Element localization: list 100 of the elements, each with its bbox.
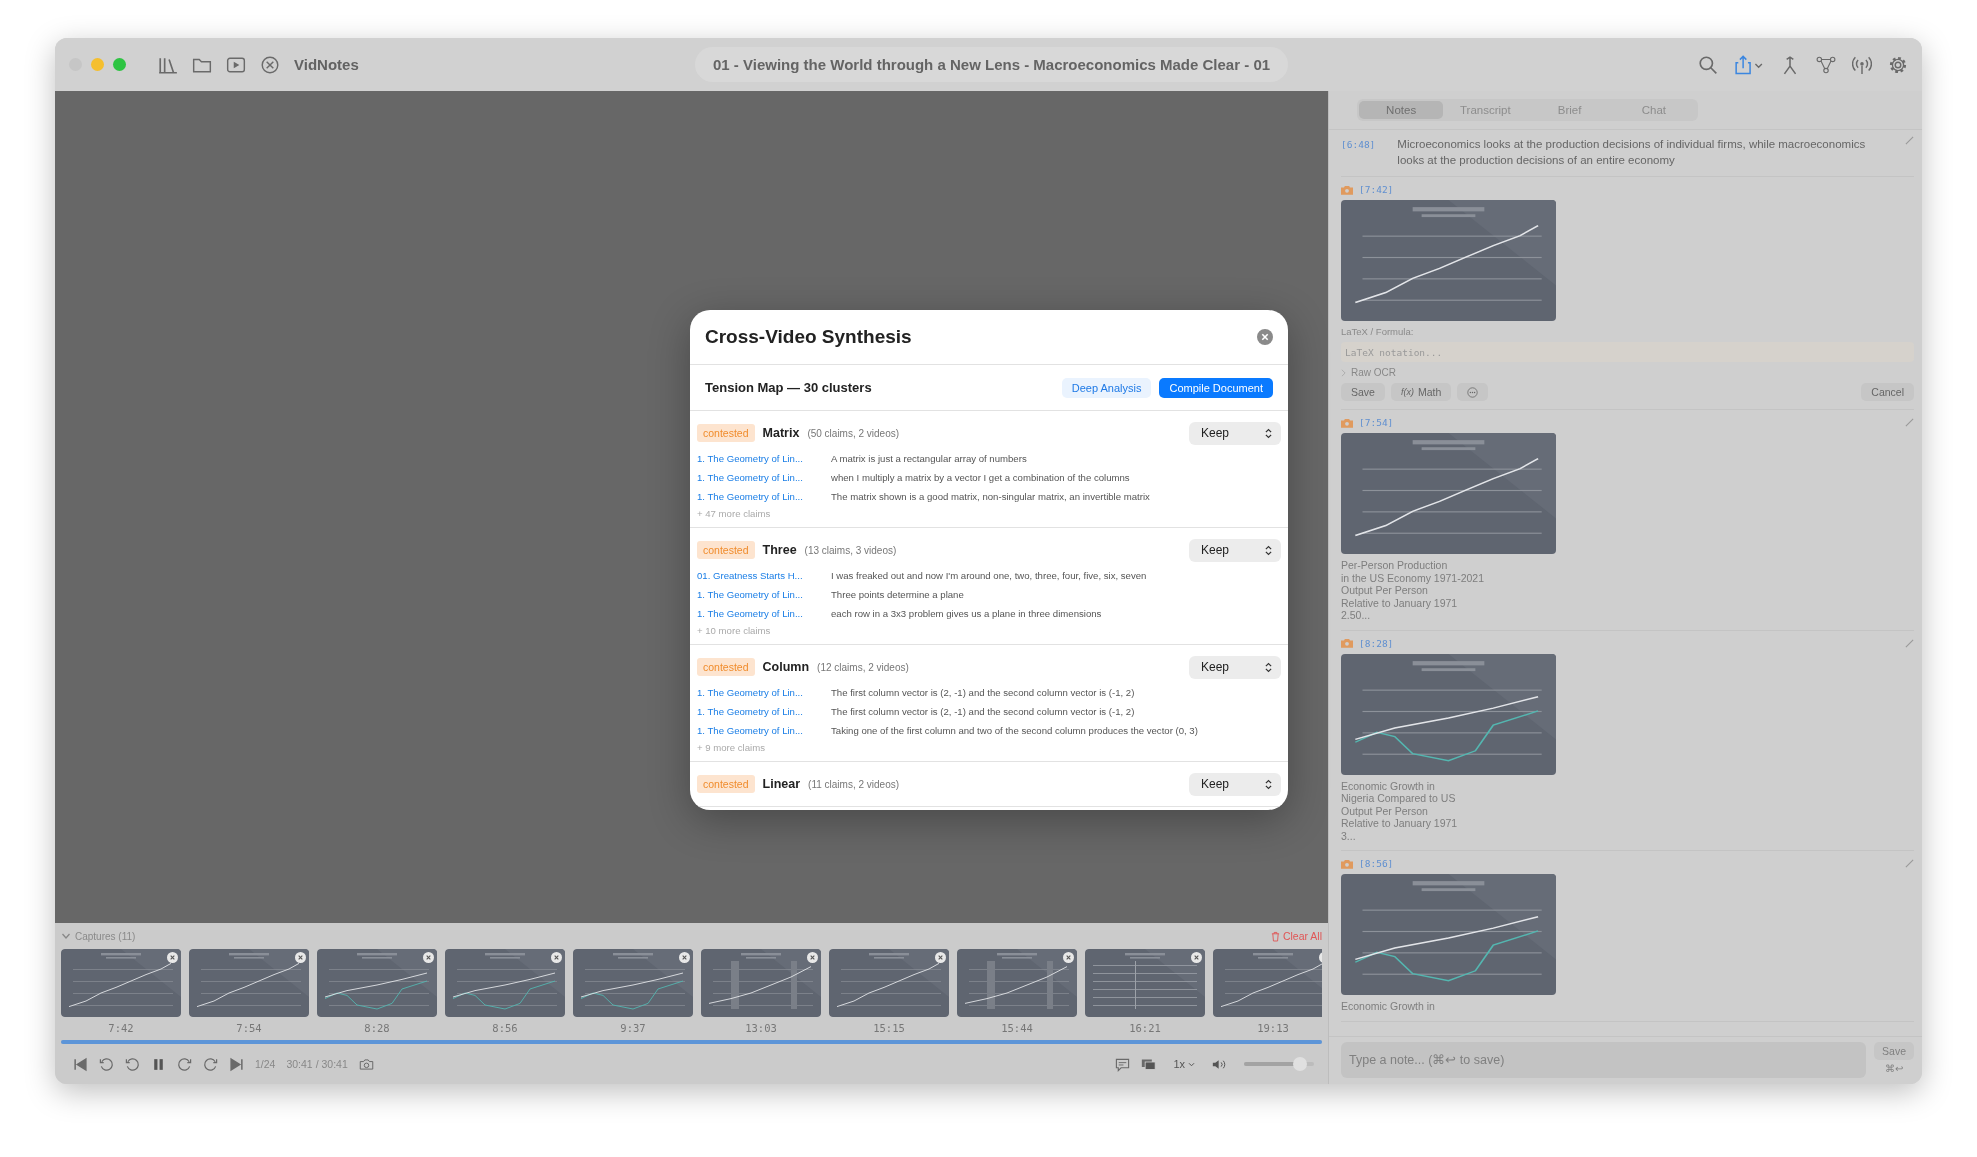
claim-text: each row in a 3x3 problem gives us a plane in three dimensions — [831, 607, 1102, 621]
edit-icon[interactable] — [1905, 638, 1914, 648]
remove-icon[interactable] — [423, 952, 434, 963]
status-tag: contested — [697, 775, 755, 793]
source-link[interactable]: 1. The Geometry of Lin... — [697, 704, 821, 719]
source-link[interactable]: 1. The Geometry of Lin... — [697, 451, 821, 466]
capture-time: 15:44 — [1001, 1022, 1033, 1034]
note-timestamp[interactable]: [7:42] — [1359, 184, 1394, 195]
save-button[interactable]: Save — [1874, 1042, 1914, 1060]
skip-back-icon[interactable] — [73, 1056, 88, 1072]
more-claims-link[interactable]: + 9 more claims — [697, 742, 1281, 753]
claim-text: The matrix shown is a good matrix, non-singular matrix, an invertible matrix — [831, 490, 1150, 504]
edit-icon[interactable] — [1905, 136, 1914, 145]
claim-text: Three points determine a plane — [831, 588, 964, 602]
panel-tab[interactable]: Chat — [1611, 101, 1696, 119]
capture-time: 16:21 — [1129, 1022, 1161, 1034]
note-timestamp[interactable]: [8:56] — [1359, 858, 1394, 869]
source-link[interactable]: 1. The Geometry of Lin... — [697, 606, 821, 621]
capture-time: 8:56 — [492, 1022, 518, 1034]
rewind-icon[interactable] — [125, 1056, 140, 1072]
source-link[interactable]: 1. The Geometry of Lin... — [697, 489, 821, 504]
note-input[interactable]: Type a note... (⌘↩ to save) — [1341, 1042, 1867, 1078]
action-dropdown[interactable]: Keep — [1189, 421, 1281, 445]
skip-forward-icon[interactable] — [229, 1056, 244, 1072]
action-dropdown[interactable]: Keep — [1189, 655, 1281, 679]
save-button[interactable]: Save — [1341, 383, 1385, 401]
note-timestamp[interactable]: [6:48] — [1341, 139, 1376, 168]
chevron-icon[interactable] — [61, 931, 71, 941]
capture-time: 13:03 — [745, 1022, 777, 1034]
latex-field[interactable]: LaTeX notation... — [1341, 342, 1914, 362]
dialog-title: Cross-Video Synthesis — [705, 326, 912, 348]
rewind-icon[interactable] — [99, 1056, 114, 1072]
cancel-button[interactable]: Cancel — [1861, 383, 1914, 401]
shortcut-hint: ⌘↩ — [1885, 1063, 1904, 1074]
remove-icon[interactable] — [1063, 952, 1074, 963]
clear-all-button[interactable]: Clear All — [1270, 930, 1322, 942]
captions-icon[interactable] — [1115, 1056, 1131, 1072]
remove-icon[interactable] — [935, 952, 946, 963]
edit-icon[interactable] — [1905, 859, 1914, 868]
camera-icon — [1341, 638, 1353, 648]
forward-icon[interactable] — [203, 1056, 218, 1072]
status-tag: contested — [697, 658, 755, 676]
action-dropdown[interactable]: Keep — [1189, 772, 1281, 796]
graph-icon[interactable] — [1816, 54, 1836, 75]
settings-icon[interactable] — [1888, 54, 1908, 75]
remove-icon[interactable] — [807, 952, 818, 963]
close-icon[interactable] — [260, 54, 280, 75]
remove-icon[interactable] — [679, 952, 690, 963]
panel-tab[interactable]: Transcript — [1443, 101, 1528, 119]
raw-ocr-toggle[interactable]: Raw OCR — [1351, 367, 1396, 378]
volume-slider[interactable] — [1244, 1057, 1314, 1071]
analysis-button[interactable]: Deep Analysis — [1061, 377, 1152, 398]
updown-icon — [1265, 778, 1272, 790]
panel-tab[interactable]: Notes — [1359, 101, 1444, 119]
claim-text: I was freaked out and now I'm around one, two, three, four, five, six, seven — [831, 569, 1147, 583]
search-icon[interactable] — [1698, 54, 1718, 75]
action-dropdown[interactable]: Keep — [1189, 538, 1281, 562]
source-link[interactable]: 1. The Geometry of Lin... — [697, 587, 821, 602]
cluster-meta: (11 claims, 2 videos) — [808, 778, 900, 790]
note-timestamp[interactable]: [7:54] — [1359, 417, 1394, 428]
capture-time: 9:37 — [620, 1022, 646, 1034]
note-timestamp[interactable]: [8:28] — [1359, 637, 1394, 649]
source-link[interactable]: 01. Greatness Starts H... — [697, 568, 821, 583]
capture-time: 19:13 — [1257, 1022, 1289, 1034]
share-icon[interactable] — [1734, 54, 1764, 75]
source-link[interactable]: 1. The Geometry of Lin... — [697, 470, 821, 485]
remove-icon[interactable] — [1191, 952, 1202, 963]
remove-icon[interactable] — [167, 952, 178, 963]
source-link[interactable]: 1. The Geometry of Lin... — [697, 685, 821, 700]
status-tag: contested — [697, 424, 755, 442]
broadcast-icon[interactable] — [1852, 54, 1872, 75]
capture-time: 7:42 — [108, 1022, 134, 1034]
pause-icon[interactable] — [151, 1056, 166, 1072]
section-title: Tension Map — 30 clusters — [705, 380, 872, 395]
cluster-meta: (13 claims, 3 videos) — [804, 544, 897, 556]
compile-button[interactable]: Compile Document — [1159, 377, 1273, 398]
forward-icon[interactable] — [177, 1056, 192, 1072]
capture-caption: Economic Growth in Nigeria Compared to US Output Per Person Relative to January 1971 3... — [1341, 779, 1459, 842]
speed-dropdown[interactable]: 1x — [1167, 1057, 1201, 1071]
edit-icon[interactable] — [1905, 418, 1914, 427]
formula-label: LaTeX / Formula: — [1341, 326, 1415, 337]
capture-position: 1/24 — [255, 1058, 276, 1070]
camera-icon[interactable] — [358, 1056, 374, 1072]
more-claims-link[interactable]: + 47 more claims — [697, 508, 1281, 519]
remove-icon[interactable] — [551, 952, 562, 963]
updown-icon — [1265, 427, 1272, 439]
source-link[interactable]: 1. The Geometry of Lin... — [697, 723, 821, 738]
math-button[interactable]: f(x) Math — [1390, 383, 1452, 401]
more-claims-link[interactable]: + 10 more claims — [697, 625, 1281, 636]
camera-icon — [1341, 184, 1353, 195]
remove-icon[interactable] — [295, 952, 306, 963]
slider-thumb[interactable] — [1293, 1057, 1308, 1071]
claim-text: The first column vector is (2, -1) and the second column vector is (-1, 2) — [831, 705, 1135, 719]
updown-icon — [1265, 661, 1272, 673]
claim-text: A matrix is just a rectangular array of numbers — [831, 452, 1027, 466]
panel-tab[interactable]: Brief — [1527, 101, 1612, 119]
more-button[interactable] — [1457, 383, 1489, 401]
chevron-icon — [1188, 1061, 1195, 1067]
close-icon[interactable] — [1257, 329, 1273, 345]
cluster-meta: (12 claims, 2 videos) — [817, 661, 909, 673]
